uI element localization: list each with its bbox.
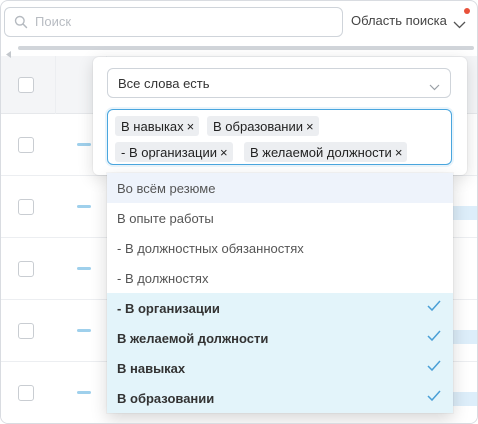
scope-option-label: - В должностных обязанностях [117, 241, 304, 256]
row-placeholder [77, 329, 91, 332]
check-icon [427, 360, 441, 375]
scope-option-label: Во всём резюме [117, 181, 216, 196]
row-placeholder [77, 205, 91, 208]
scope-tag-label: - В организации [121, 145, 217, 160]
row-tag [451, 330, 477, 344]
select-all-checkbox[interactable] [18, 77, 34, 93]
search-scope-panel: Все слова есть В навыках × В образовании ×… [93, 57, 467, 175]
remove-tag-icon[interactable]: × [395, 145, 403, 160]
scope-option-selected[interactable]: В желаемой должности [107, 323, 453, 353]
chevron-down-icon [429, 78, 440, 96]
scope-tag: В навыках × [115, 116, 200, 136]
scope-option[interactable]: В опыте работы [107, 203, 453, 233]
chevron-down-icon [453, 17, 466, 32]
scope-option-label: В навыках [117, 361, 186, 376]
scope-option-selected[interactable]: - В организации [107, 293, 453, 323]
scope-option-label: В образовании [117, 391, 215, 406]
row-placeholder [77, 267, 91, 270]
check-icon [427, 390, 441, 405]
row-checkbox[interactable] [18, 261, 34, 277]
match-mode-select[interactable]: Все слова есть [107, 68, 451, 98]
remove-tag-icon[interactable]: × [220, 145, 228, 160]
scope-tags-input[interactable]: В навыках × В образовании × - В организаци… [107, 109, 452, 165]
scope-option-label: В опыте работы [117, 211, 214, 226]
scope-option-label: В желаемой должности [117, 331, 269, 346]
search-scope-label: Область поиска [351, 13, 447, 28]
notification-dot [464, 8, 470, 14]
scope-option-label: - В должностях [117, 271, 209, 286]
row-tag [451, 392, 477, 406]
row-tag [451, 206, 477, 220]
search-placeholder: Поиск [35, 14, 72, 29]
check-icon [427, 300, 441, 315]
scope-option[interactable]: Во всём резюме [107, 173, 453, 203]
scope-tag-label: В образовании [213, 119, 304, 134]
scope-option[interactable]: - В должностях [107, 263, 453, 293]
check-icon [427, 330, 441, 345]
scope-option-label: - В организации [117, 301, 220, 316]
search-scope-button[interactable]: Область поиска [351, 13, 466, 33]
row-checkbox[interactable] [18, 199, 34, 215]
scope-option-selected[interactable]: В образовании [107, 383, 453, 413]
row-checkbox[interactable] [18, 137, 34, 153]
scope-option-selected[interactable]: В навыках [107, 353, 453, 383]
row-placeholder [77, 143, 91, 146]
match-mode-value: Все слова есть [118, 76, 210, 91]
scope-options-list: Во всём резюме В опыте работы - В должно… [107, 173, 453, 413]
row-checkbox[interactable] [18, 323, 34, 339]
scope-tag: В желаемой должности × [244, 142, 408, 162]
horizontal-scrollbar[interactable] [4, 43, 476, 58]
row-checkbox[interactable] [18, 385, 34, 401]
scope-tag: - В организации × [115, 142, 233, 162]
remove-tag-icon[interactable]: × [306, 119, 314, 134]
scroll-left-icon[interactable] [6, 45, 12, 63]
row-placeholder [77, 391, 91, 394]
remove-tag-icon[interactable]: × [187, 119, 195, 134]
scope-tag: В образовании × [207, 116, 319, 136]
app-frame: Поиск Область поиска Все слова есть В на… [0, 0, 478, 424]
search-icon [14, 15, 28, 34]
scrollbar-thumb[interactable] [18, 46, 474, 50]
scope-tag-label: В желаемой должности [250, 145, 392, 160]
scope-option[interactable]: - В должностных обязанностях [107, 233, 453, 263]
search-input[interactable]: Поиск [4, 7, 343, 37]
scope-tag-label: В навыках [121, 119, 184, 134]
